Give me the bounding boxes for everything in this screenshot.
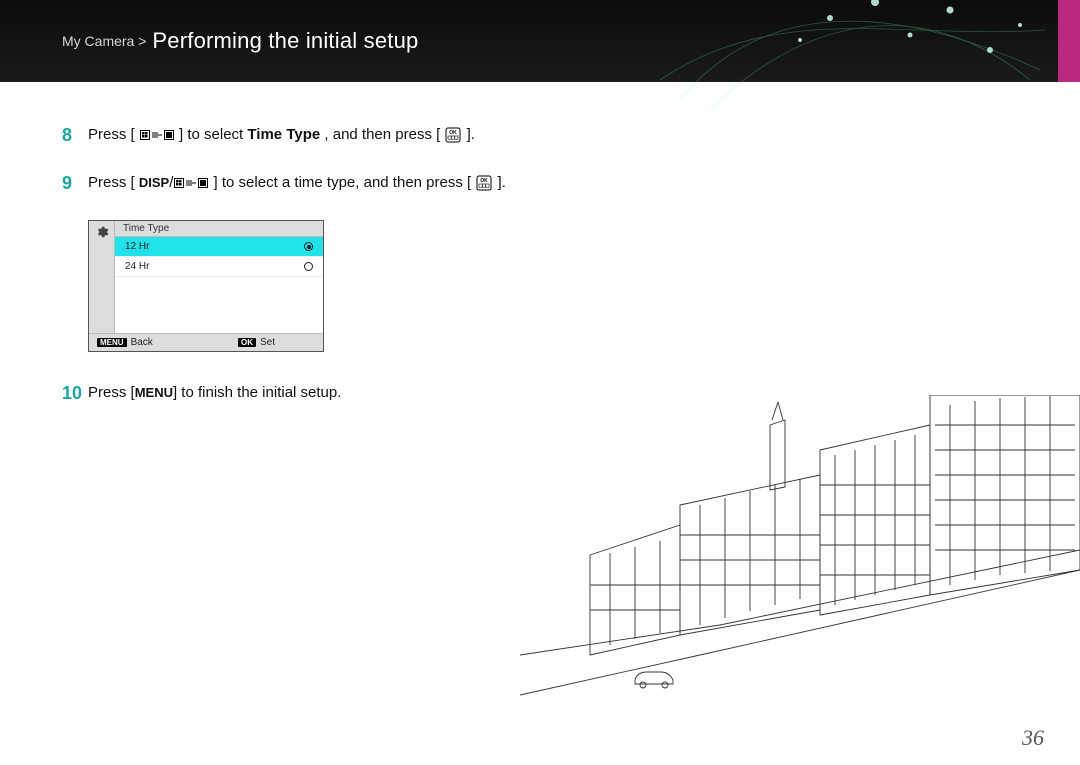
disp-label: DISP: [139, 175, 169, 190]
menu-button-icon: MENU: [97, 338, 127, 347]
city-line-art: [520, 395, 1080, 725]
step-number: 8: [62, 124, 88, 146]
text: Press [: [88, 384, 135, 401]
footer-back-label: Back: [131, 337, 153, 348]
option-24hr[interactable]: 24 Hr: [115, 257, 323, 277]
thumbnail-icon: [174, 176, 208, 190]
option-12hr[interactable]: 12 Hr: [115, 237, 323, 257]
ok-dpad-icon: OK: [476, 175, 492, 191]
camera-screen-mock: Time Type 12 Hr 24 Hr MENU Back OK S: [88, 220, 324, 352]
text: ] to select: [179, 126, 247, 143]
ok-dpad-icon: OK: [445, 127, 461, 143]
step-number: 10: [62, 382, 88, 404]
decorative-swirl: [650, 0, 1050, 140]
text: ] to select a time type, and then press …: [214, 174, 472, 191]
radio-unselected-icon: [304, 262, 313, 271]
screen-footer: MENU Back OK Set: [89, 333, 323, 351]
radio-selected-icon: [304, 242, 313, 251]
page-number: 36: [1022, 725, 1044, 751]
page-title: Performing the initial setup: [152, 28, 418, 54]
step-number: 9: [62, 172, 88, 194]
screen-title: Time Type: [115, 221, 323, 237]
page-header: My Camera > Performing the initial setup: [0, 0, 1080, 82]
svg-text:OK: OK: [481, 178, 489, 184]
svg-text:OK: OK: [450, 130, 458, 136]
option-label: 12 Hr: [125, 241, 149, 252]
text: , and then press [: [324, 126, 440, 143]
step-9: 9 Press [ DISP/ ] to select a time type,…: [62, 172, 580, 194]
ok-button-icon: OK: [238, 338, 256, 347]
text: Press [: [88, 174, 135, 191]
bold-text: Time Type: [247, 126, 320, 143]
pink-side-tab: [1058, 0, 1080, 82]
step-text: Press [ DISP/ ] to select a time type, a…: [88, 172, 506, 194]
text: Press [: [88, 126, 135, 143]
text: ].: [467, 126, 475, 143]
footer-set[interactable]: OK Set: [230, 334, 283, 351]
step-10: 10 Press [MENU] to finish the initial se…: [62, 382, 580, 404]
settings-tab-icon: [89, 221, 115, 333]
menu-label: MENU: [135, 385, 173, 400]
text: ].: [498, 174, 506, 191]
option-label: 24 Hr: [125, 261, 149, 272]
step-text: Press [MENU] to finish the initial setup…: [88, 382, 341, 404]
text: ] to finish the initial setup.: [173, 384, 341, 401]
footer-back[interactable]: MENU Back: [89, 334, 161, 351]
footer-set-label: Set: [260, 337, 275, 348]
breadcrumb: My Camera >: [62, 33, 146, 49]
content-area: 8 Press [ ] to select Time Type , and th…: [0, 82, 580, 404]
step-text: Press [ ] to select Time Type , and then…: [88, 124, 475, 146]
step-8: 8 Press [ ] to select Time Type , and th…: [62, 124, 580, 146]
thumbnail-icon: [140, 128, 174, 142]
blank-area: [115, 277, 323, 333]
